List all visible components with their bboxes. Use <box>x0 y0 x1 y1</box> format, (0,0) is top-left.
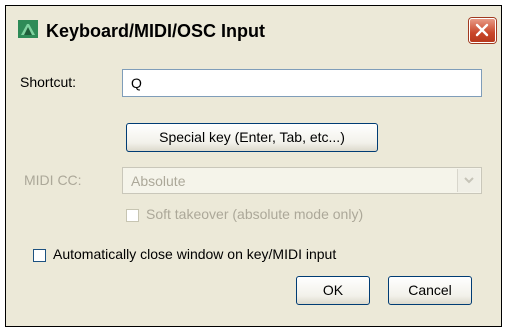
app-icon <box>18 20 38 38</box>
auto-close-label: Automatically close window on key/MIDI i… <box>53 246 337 262</box>
close-button[interactable] <box>469 18 496 43</box>
soft-takeover-checkbox[interactable] <box>126 209 139 222</box>
dialog-window: Keyboard/MIDI/OSC Input Shortcut: Q Spec… <box>5 5 502 327</box>
close-icon <box>475 23 489 37</box>
midi-cc-selected-value: Absolute <box>131 173 186 189</box>
cancel-button[interactable]: Cancel <box>388 276 472 305</box>
window-title: Keyboard/MIDI/OSC Input <box>46 21 266 41</box>
special-key-button[interactable]: Special key (Enter, Tab, etc...) <box>126 123 378 152</box>
soft-takeover-label: Soft takeover (absolute mode only) <box>146 206 364 222</box>
ok-button[interactable]: OK <box>296 276 370 305</box>
midi-cc-select[interactable]: Absolute <box>122 167 482 194</box>
shortcut-label: Shortcut: <box>20 74 77 90</box>
midi-cc-label: MIDI CC: <box>24 172 82 188</box>
title-bar[interactable]: Keyboard/MIDI/OSC Input <box>6 6 501 46</box>
shortcut-input[interactable]: Q <box>122 69 482 97</box>
auto-close-checkbox[interactable] <box>33 249 46 262</box>
chevron-down-icon[interactable] <box>457 169 480 192</box>
